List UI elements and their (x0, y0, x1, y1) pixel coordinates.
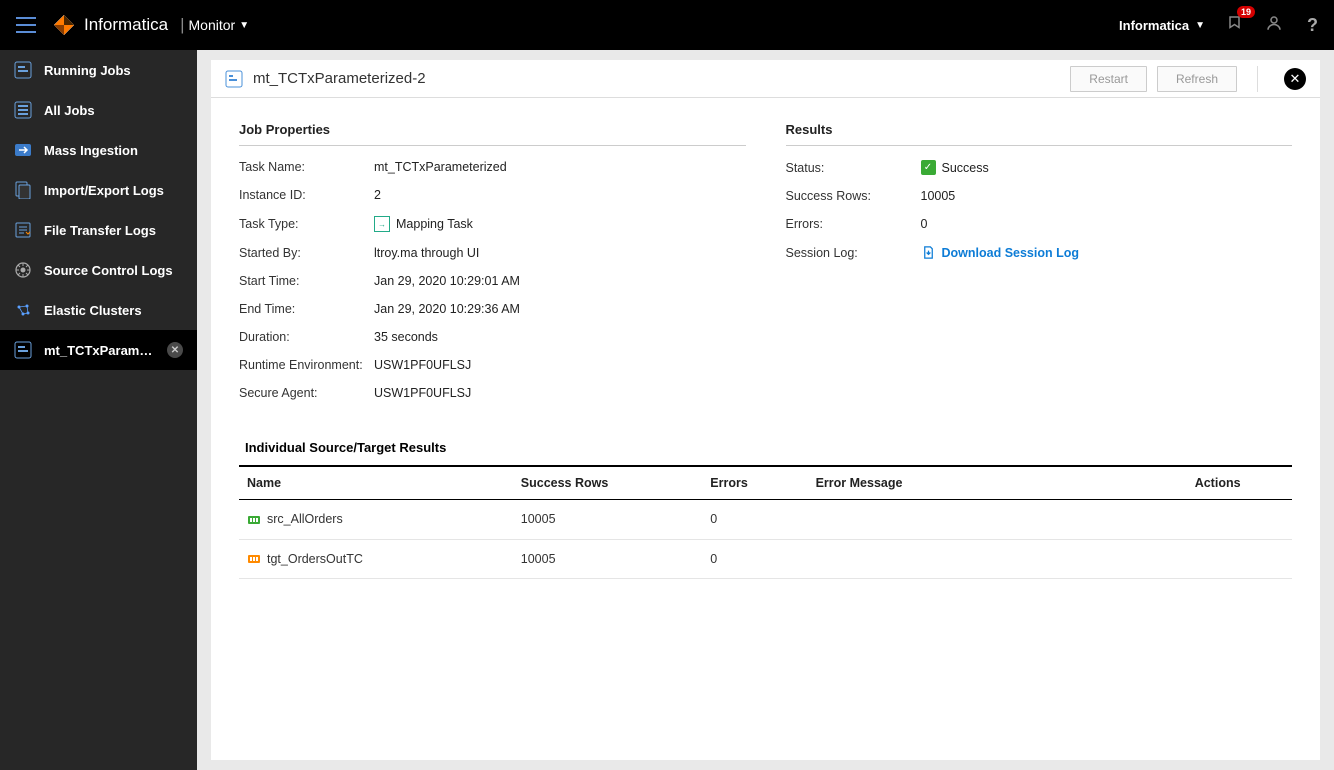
notification-badge: 19 (1237, 6, 1255, 18)
task-name-value: mt_TCTxParameterized (374, 160, 746, 174)
start-time-label: Start Time: (239, 274, 374, 288)
col-name: Name (239, 466, 513, 500)
chevron-down-icon: ▼ (239, 20, 249, 31)
row-success: 10005 (513, 539, 703, 579)
status-value: Success (942, 161, 989, 175)
sidebar-item-label: File Transfer Logs (44, 223, 183, 238)
sidebar-item-running-jobs[interactable]: Running Jobs (0, 50, 197, 90)
status-label: Status: (786, 161, 921, 175)
row-errors: 0 (702, 539, 807, 579)
org-label: Informatica (1119, 18, 1189, 33)
instance-id-label: Instance ID: (239, 188, 374, 202)
col-success-rows: Success Rows (513, 466, 703, 500)
duration-value: 35 seconds (374, 330, 746, 344)
sidebar-item-label: All Jobs (44, 103, 183, 118)
col-actions: Actions (1187, 466, 1292, 500)
mapping-task-icon: → (374, 216, 390, 232)
sidebar-item-label: mt_TCTxParameteri... (44, 343, 155, 358)
row-error-msg (808, 500, 1187, 540)
sidebar-item-label: Source Control Logs (44, 263, 183, 278)
errors-value: 0 (921, 217, 1293, 231)
refresh-button[interactable]: Refresh (1157, 66, 1237, 92)
chevron-down-icon: ▼ (1195, 20, 1205, 31)
secure-agent-value: USW1PF0UFLSJ (374, 386, 746, 400)
page-title: mt_TCTxParameterized-2 (253, 70, 1060, 87)
task-type-label: Task Type: (239, 217, 374, 231)
menu-toggle[interactable] (16, 17, 36, 33)
row-actions (1187, 500, 1292, 540)
job-properties-title: Job Properties (239, 122, 746, 146)
task-type-value: Mapping Task (396, 217, 473, 231)
success-rows-label: Success Rows: (786, 189, 921, 203)
close-icon[interactable]: ✕ (1284, 68, 1306, 90)
org-switcher[interactable]: Informatica ▼ (1119, 18, 1205, 33)
session-log-label: Session Log: (786, 246, 921, 260)
started-by-value: ltroy.ma through UI (374, 246, 746, 260)
success-rows-value: 10005 (921, 189, 1293, 203)
started-by-label: Started By: (239, 246, 374, 260)
row-name: src_AllOrders (267, 512, 343, 526)
brand-name: Informatica (84, 15, 168, 35)
sidebar-icon (14, 101, 32, 119)
runtime-env-label: Runtime Environment: (239, 358, 374, 372)
sidebar-item-label: Elastic Clusters (44, 303, 183, 318)
row-actions (1187, 539, 1292, 579)
sidebar-item-import-export-logs[interactable]: Import/Export Logs (0, 170, 197, 210)
instance-id-value: 2 (374, 188, 746, 202)
results-title: Results (786, 122, 1293, 146)
target-icon (247, 552, 261, 566)
sidebar-icon (14, 221, 32, 239)
sidebar-item-label: Mass Ingestion (44, 143, 183, 158)
task-icon (225, 70, 243, 88)
informatica-logo-icon (52, 13, 76, 37)
sidebar-icon (14, 141, 32, 159)
secure-agent-label: Secure Agent: (239, 386, 374, 400)
col-errors: Errors (702, 466, 807, 500)
user-icon[interactable] (1265, 14, 1283, 37)
results-table: Name Success Rows Errors Error Message A… (239, 465, 1292, 579)
sidebar-item-mass-ingestion[interactable]: Mass Ingestion (0, 130, 197, 170)
errors-label: Errors: (786, 217, 921, 231)
sidebar-item-mt-tctxparameteri[interactable]: mt_TCTxParameteri... ✕ (0, 330, 197, 370)
app-switcher[interactable]: Monitor▼ (189, 17, 250, 33)
end-time-label: End Time: (239, 302, 374, 316)
sidebar-item-file-transfer-logs[interactable]: File Transfer Logs (0, 210, 197, 250)
sidebar-icon (14, 181, 32, 199)
row-errors: 0 (702, 500, 807, 540)
task-name-label: Task Name: (239, 160, 374, 174)
close-tab-icon[interactable]: ✕ (167, 342, 183, 358)
app-label: Monitor (189, 17, 236, 33)
sidebar-icon (14, 341, 32, 359)
source-icon (247, 513, 261, 527)
col-error-message: Error Message (808, 466, 1187, 500)
success-check-icon: ✓ (921, 160, 936, 175)
end-time-value: Jan 29, 2020 10:29:36 AM (374, 302, 746, 316)
sidebar-icon (14, 261, 32, 279)
table-row: src_AllOrders 100050 (239, 500, 1292, 540)
table-title: Individual Source/Target Results (239, 440, 1292, 455)
table-row: tgt_OrdersOutTC 100050 (239, 539, 1292, 579)
sidebar: Running Jobs All Jobs Mass Ingestion Import… (0, 50, 197, 770)
sidebar-item-label: Running Jobs (44, 63, 183, 78)
sidebar-item-all-jobs[interactable]: All Jobs (0, 90, 197, 130)
sidebar-item-source-control-logs[interactable]: Source Control Logs (0, 250, 197, 290)
sidebar-item-label: Import/Export Logs (44, 183, 183, 198)
download-session-log-link[interactable]: Download Session Log (942, 246, 1080, 260)
sidebar-icon (14, 61, 32, 79)
help-icon[interactable]: ? (1307, 15, 1318, 36)
row-success: 10005 (513, 500, 703, 540)
sidebar-item-elastic-clusters[interactable]: Elastic Clusters (0, 290, 197, 330)
row-error-msg (808, 539, 1187, 579)
download-icon (921, 245, 936, 260)
start-time-value: Jan 29, 2020 10:29:01 AM (374, 274, 746, 288)
runtime-env-value: USW1PF0UFLSJ (374, 358, 746, 372)
sidebar-icon (14, 301, 32, 319)
row-name: tgt_OrdersOutTC (267, 552, 363, 566)
notifications-icon[interactable]: 19 (1227, 14, 1245, 37)
duration-label: Duration: (239, 330, 374, 344)
restart-button[interactable]: Restart (1070, 66, 1147, 92)
